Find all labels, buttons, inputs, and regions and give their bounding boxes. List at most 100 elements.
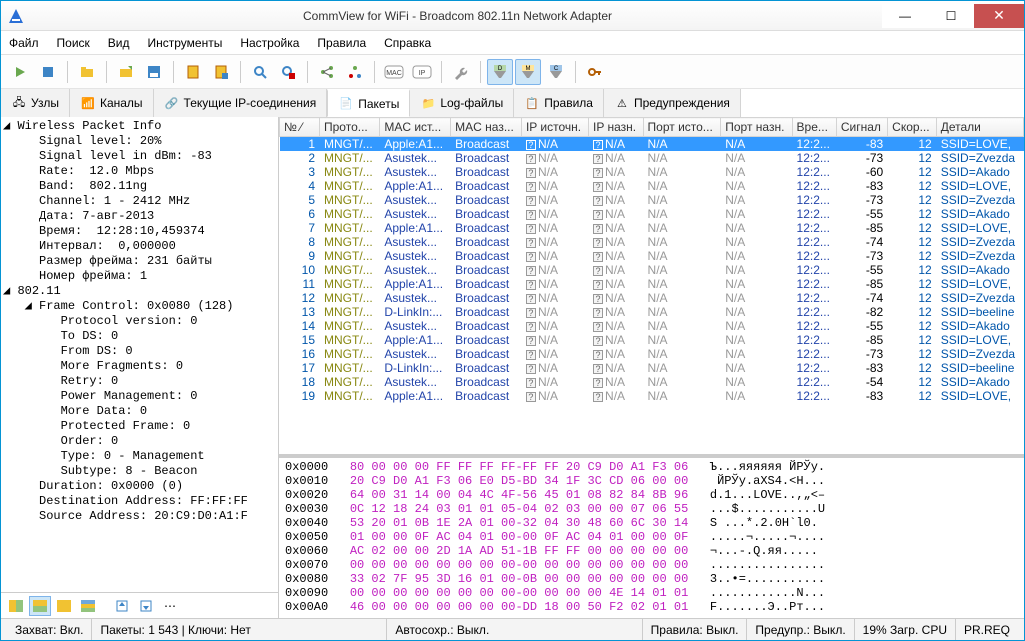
- rules-open-button[interactable]: [180, 59, 206, 85]
- column-header[interactable]: IP назн.: [589, 118, 643, 137]
- column-header[interactable]: Порт назн.: [721, 118, 792, 137]
- wrench-button[interactable]: [448, 59, 474, 85]
- column-header[interactable]: № ⁄: [280, 118, 320, 137]
- rules-icon: 📋: [524, 95, 540, 111]
- table-row[interactable]: 7MNGT/...Apple:A1...Broadcast?N/A?N/AN/A…: [280, 221, 1024, 235]
- table-row[interactable]: 14MNGT/...Asustek...Broadcast?N/A?N/AN/A…: [280, 319, 1024, 333]
- table-row[interactable]: 8MNGT/...Asustek...Broadcast?N/A?N/AN/AN…: [280, 235, 1024, 249]
- key-button[interactable]: [582, 59, 608, 85]
- status-autosave: Автосохр.: Выкл.: [387, 619, 642, 640]
- import-button[interactable]: [135, 596, 157, 616]
- table-row[interactable]: 18MNGT/...Asustek...Broadcast?N/A?N/AN/A…: [280, 375, 1024, 389]
- toolbar: MAC IP D M C: [1, 55, 1024, 89]
- menu-search[interactable]: Поиск: [57, 36, 90, 50]
- search-stop-button[interactable]: [275, 59, 301, 85]
- right-panel: № ⁄Прото...MAC ист...MAC наз...IP источн…: [279, 117, 1024, 618]
- node2-button[interactable]: [342, 59, 368, 85]
- titlebar: CommView for WiFi - Broadcom 802.11n Net…: [1, 1, 1024, 31]
- window-title: CommView for WiFi - Broadcom 802.11n Net…: [33, 9, 882, 23]
- column-header[interactable]: Вре...: [792, 118, 836, 137]
- table-row[interactable]: 4MNGT/...Apple:A1...Broadcast?N/A?N/AN/A…: [280, 179, 1024, 193]
- table-row[interactable]: 9MNGT/...Asustek...Broadcast?N/A?N/AN/AN…: [280, 249, 1024, 263]
- close-button[interactable]: ✕: [974, 4, 1024, 28]
- table-row[interactable]: 2MNGT/...Asustek...Broadcast?N/A?N/AN/AN…: [280, 151, 1024, 165]
- open-button[interactable]: [113, 59, 139, 85]
- tab-rules[interactable]: 📋Правила: [514, 89, 604, 117]
- table-row[interactable]: 1MNGT/...Apple:A1...Broadcast?N/A?N/AN/A…: [280, 137, 1024, 152]
- svg-text:M: M: [526, 66, 531, 72]
- left-toolbar: ⋯: [1, 592, 278, 618]
- tab-connections[interactable]: 🔗Текущие IP-соединения: [154, 89, 328, 117]
- column-header[interactable]: Детали: [936, 118, 1023, 137]
- table-row[interactable]: 13MNGT/...D-LinkIn:...Broadcast?N/A?N/AN…: [280, 305, 1024, 319]
- alerts-icon: ⚠: [614, 95, 630, 111]
- play-button[interactable]: [7, 59, 33, 85]
- table-row[interactable]: 3MNGT/...Asustek...Broadcast?N/A?N/AN/AN…: [280, 165, 1024, 179]
- table-row[interactable]: 5MNGT/...Asustek...Broadcast?N/A?N/AN/AN…: [280, 193, 1024, 207]
- menu-help[interactable]: Справка: [384, 36, 431, 50]
- column-header[interactable]: Порт исто...: [643, 118, 721, 137]
- ip-button[interactable]: IP: [409, 59, 435, 85]
- svg-text:C: C: [554, 66, 559, 72]
- menu-settings[interactable]: Настройка: [240, 36, 299, 50]
- status-rules: Правила: Выкл.: [643, 619, 748, 640]
- left-panel: ◢ Wireless Packet Info Signal level: 20%…: [1, 117, 279, 618]
- packet-grid[interactable]: № ⁄Прото...MAC ист...MAC наз...IP источн…: [279, 117, 1024, 458]
- tab-channels[interactable]: 📶Каналы: [70, 89, 154, 117]
- menu-tools[interactable]: Инструменты: [148, 36, 223, 50]
- export-button[interactable]: [111, 596, 133, 616]
- filter-d-button[interactable]: D: [487, 59, 513, 85]
- tab-packets[interactable]: 📄Пакеты: [327, 89, 410, 117]
- status-packets: Пакеты: 1 543 | Ключи: Нет: [92, 619, 387, 640]
- rules-save-button[interactable]: [208, 59, 234, 85]
- search-button[interactable]: [247, 59, 273, 85]
- table-row[interactable]: 10MNGT/...Asustek...Broadcast?N/A?N/AN/A…: [280, 263, 1024, 277]
- table-row[interactable]: 19MNGT/...Apple:A1...Broadcast?N/A?N/AN/…: [280, 389, 1024, 403]
- minimize-button[interactable]: —: [882, 4, 928, 28]
- filter-c-button[interactable]: C: [543, 59, 569, 85]
- mac-button[interactable]: MAC: [381, 59, 407, 85]
- status-alerts: Предупр.: Выкл.: [747, 619, 854, 640]
- stop-button[interactable]: [35, 59, 61, 85]
- column-header[interactable]: Скор...: [888, 118, 937, 137]
- table-row[interactable]: 15MNGT/...Apple:A1...Broadcast?N/A?N/AN/…: [280, 333, 1024, 347]
- tab-nodes[interactable]: 🖧Узлы: [1, 89, 70, 117]
- svg-text:MAC: MAC: [386, 70, 402, 77]
- conn-icon: 🔗: [164, 95, 180, 111]
- layout2-button[interactable]: [29, 596, 51, 616]
- app-icon: [7, 7, 25, 25]
- column-header[interactable]: Прото...: [320, 118, 380, 137]
- menubar: Файл Поиск Вид Инструменты Настройка Пра…: [1, 31, 1024, 55]
- status-cpu: 19% Загр. CPU: [855, 619, 956, 640]
- maximize-button[interactable]: ☐: [928, 4, 974, 28]
- menu-view[interactable]: Вид: [108, 36, 130, 50]
- menu-rules[interactable]: Правила: [317, 36, 366, 50]
- column-header[interactable]: MAC ист...: [380, 118, 451, 137]
- folder-button[interactable]: [74, 59, 100, 85]
- layout4-button[interactable]: [77, 596, 99, 616]
- more-button[interactable]: ⋯: [159, 596, 181, 616]
- node-button[interactable]: [314, 59, 340, 85]
- packets-icon: 📄: [338, 96, 354, 112]
- packet-info-tree[interactable]: ◢ Wireless Packet Info Signal level: 20%…: [1, 117, 278, 592]
- table-row[interactable]: 11MNGT/...Apple:A1...Broadcast?N/A?N/AN/…: [280, 277, 1024, 291]
- table-row[interactable]: 12MNGT/...Asustek...Broadcast?N/A?N/AN/A…: [280, 291, 1024, 305]
- filter-m-button[interactable]: M: [515, 59, 541, 85]
- tab-logs[interactable]: 📁Log-файлы: [410, 89, 514, 117]
- table-row[interactable]: 6MNGT/...Asustek...Broadcast?N/A?N/AN/AN…: [280, 207, 1024, 221]
- svg-text:IP: IP: [419, 70, 426, 77]
- column-header[interactable]: Сигнал: [836, 118, 887, 137]
- tab-alerts[interactable]: ⚠Предупреждения: [604, 89, 741, 117]
- statusbar: Захват: Вкл. Пакеты: 1 543 | Ключи: Нет …: [1, 618, 1024, 640]
- column-header[interactable]: MAC наз...: [451, 118, 522, 137]
- layout3-button[interactable]: [53, 596, 75, 616]
- layout1-button[interactable]: [5, 596, 27, 616]
- hex-view[interactable]: 0x0000 80 00 00 00 FF FF FF FF-FF FF 20 …: [279, 458, 1024, 618]
- tabbar: 🖧Узлы 📶Каналы 🔗Текущие IP-соединения 📄Па…: [1, 89, 1024, 117]
- table-row[interactable]: 17MNGT/...D-LinkIn:...Broadcast?N/A?N/AN…: [280, 361, 1024, 375]
- menu-file[interactable]: Файл: [9, 36, 39, 50]
- table-row[interactable]: 16MNGT/...Asustek...Broadcast?N/A?N/AN/A…: [280, 347, 1024, 361]
- svg-text:D: D: [498, 66, 503, 72]
- save-button[interactable]: [141, 59, 167, 85]
- column-header[interactable]: IP источн.: [521, 118, 588, 137]
